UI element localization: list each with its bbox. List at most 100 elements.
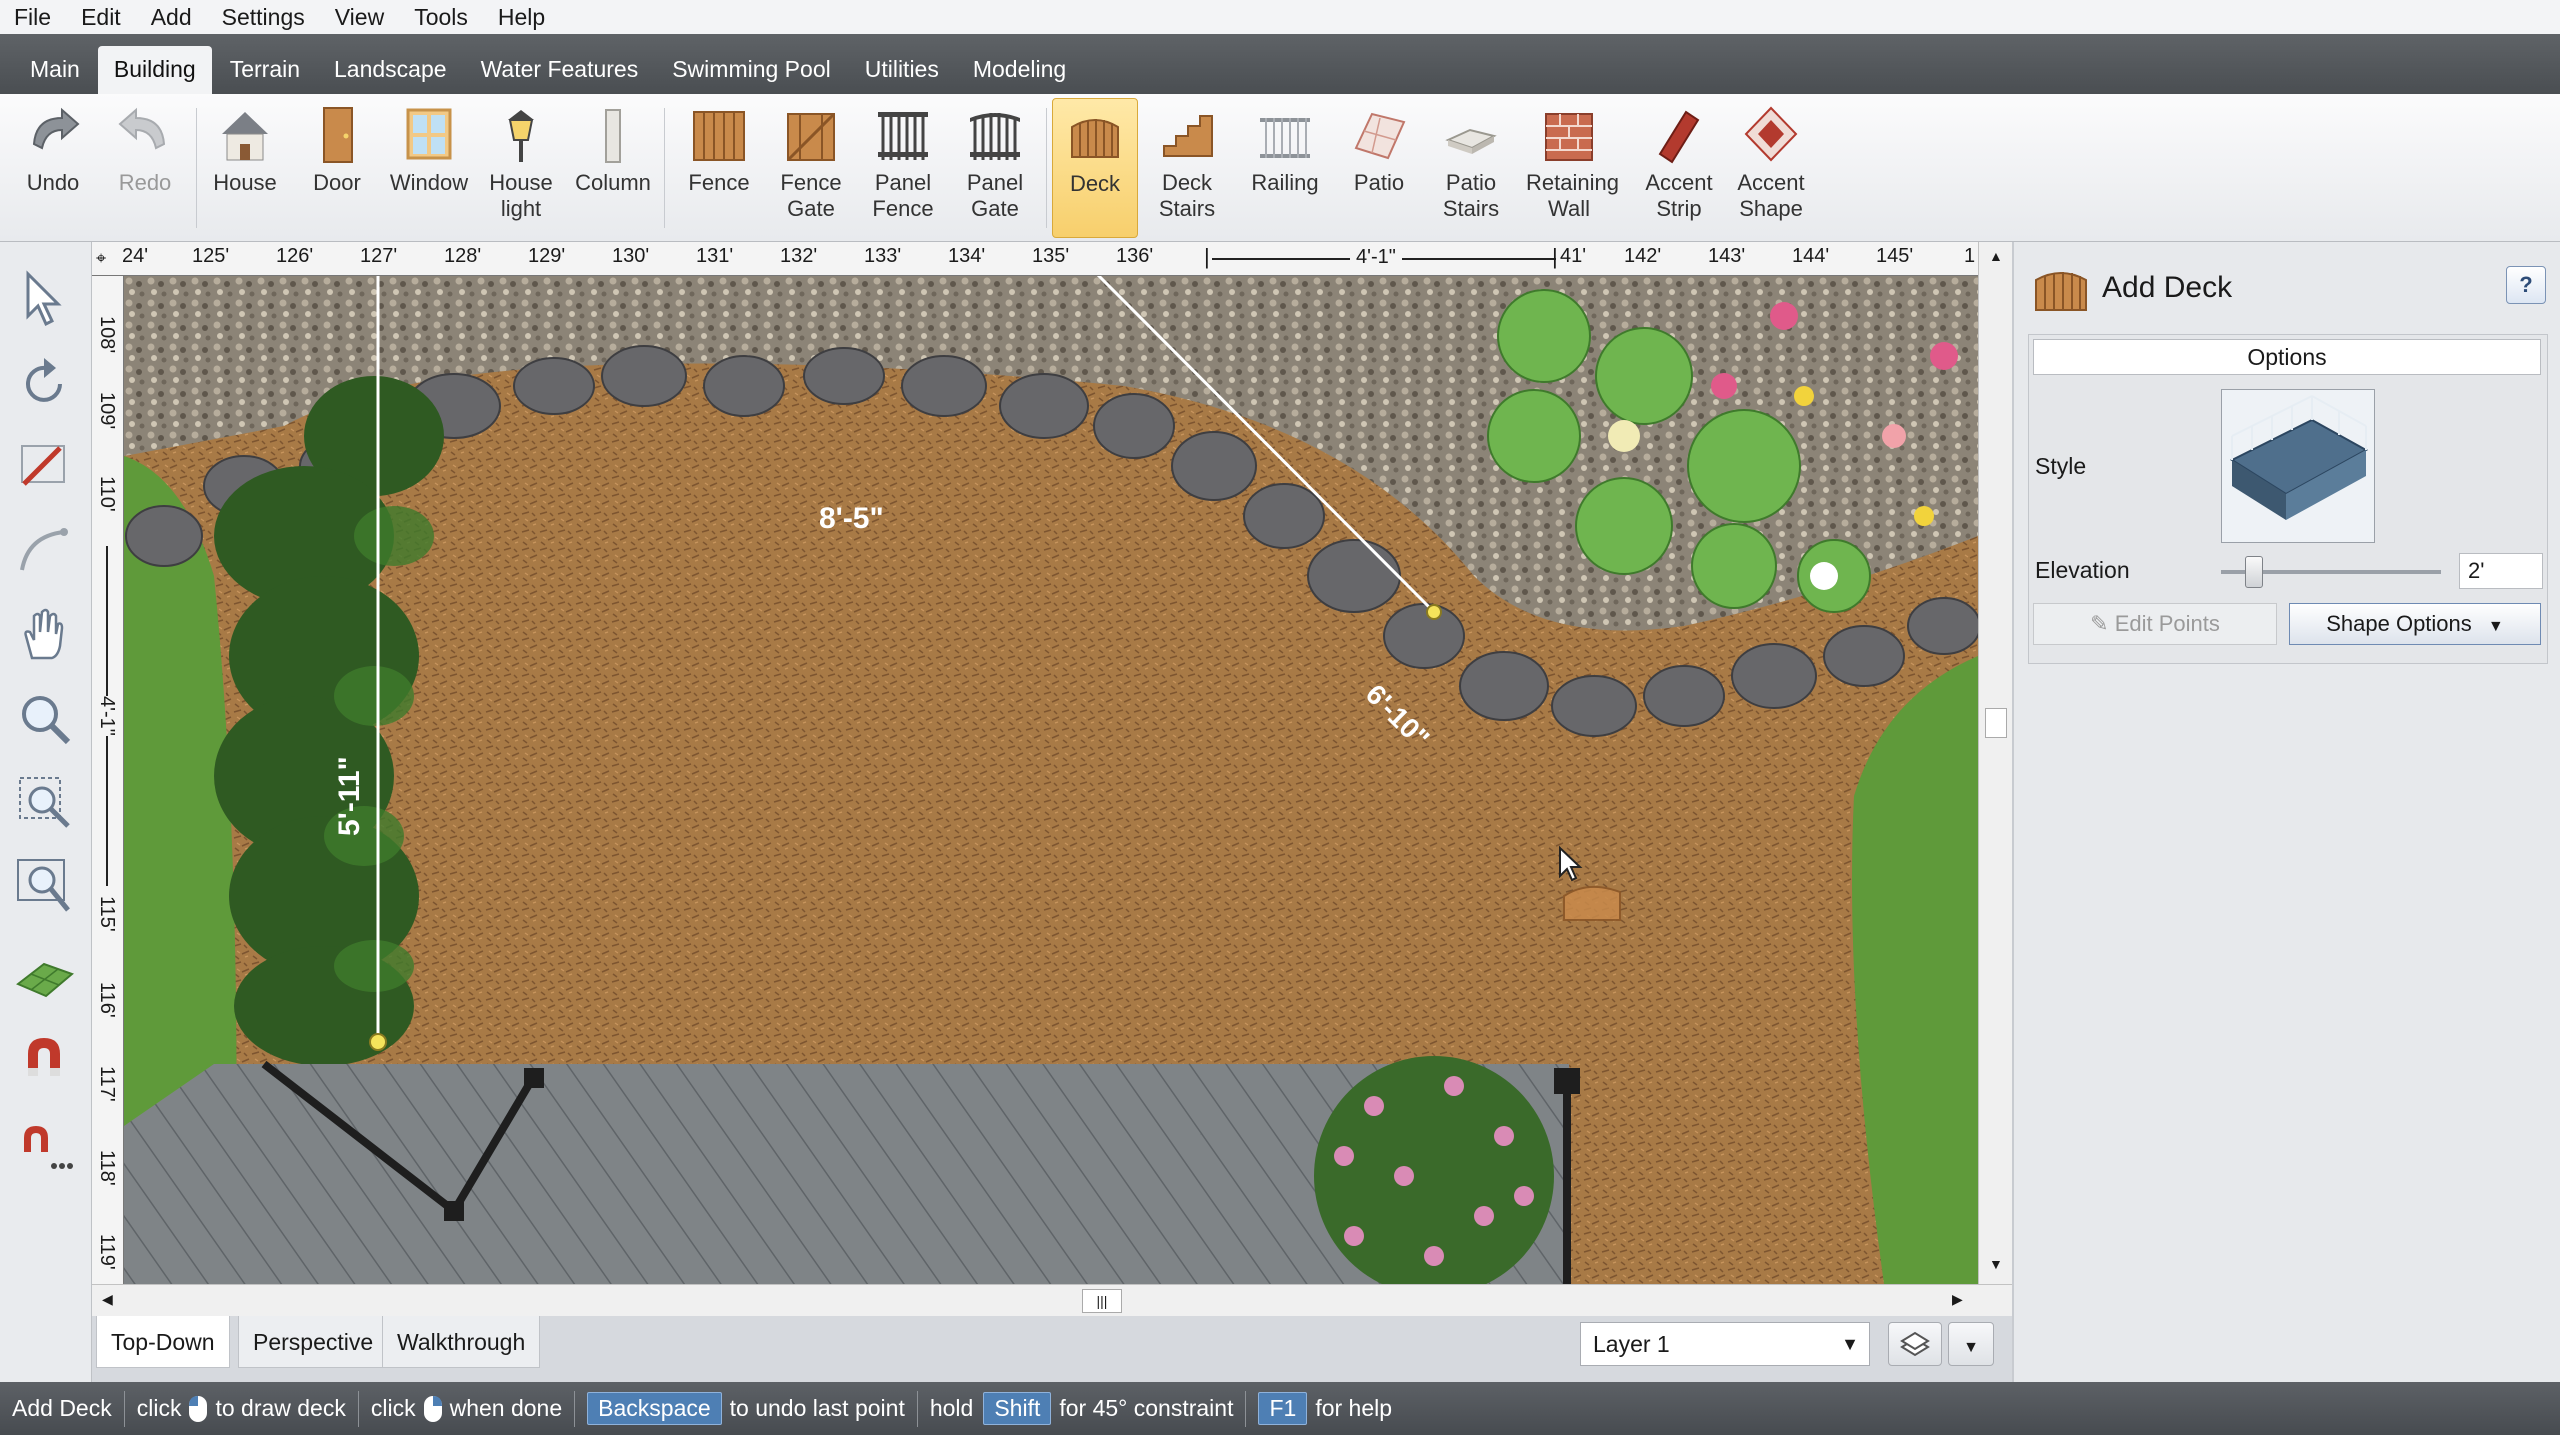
- railing-post: [444, 1201, 464, 1221]
- house-button[interactable]: House: [202, 98, 288, 238]
- options-header[interactable]: Options: [2033, 339, 2541, 375]
- tab-top-down[interactable]: Top-Down: [96, 1316, 230, 1368]
- status-separator: [574, 1390, 576, 1427]
- pan-hand-icon[interactable]: [14, 602, 76, 664]
- ruler-label: 136': [1116, 245, 1154, 267]
- measure-pencil-icon[interactable]: [14, 432, 76, 494]
- add-deck-panel: Add Deck ? Options Style Elevation 2' ✎ …: [2012, 242, 2560, 1382]
- curve-icon[interactable]: [14, 518, 76, 580]
- ruler-label: 133': [864, 245, 902, 267]
- fence-button[interactable]: Fence: [676, 98, 762, 238]
- ruler-label: 130': [612, 245, 650, 267]
- shape-options-label: Shape Options: [2326, 611, 2472, 636]
- tab-main[interactable]: Main: [14, 46, 96, 94]
- elevation-input[interactable]: 2': [2459, 553, 2543, 589]
- menu-add[interactable]: Add: [151, 4, 192, 31]
- snap-options-icon[interactable]: [14, 1116, 76, 1178]
- ruler-label: 108': [96, 316, 118, 354]
- ruler-label: 128': [444, 245, 482, 267]
- tab-perspective[interactable]: Perspective: [238, 1316, 389, 1368]
- help-button[interactable]: ?: [2506, 266, 2546, 304]
- status-text: for 45° constraint: [1059, 1395, 1234, 1421]
- select-arrow-icon[interactable]: [14, 268, 76, 330]
- patio-stairs-button[interactable]: Patio Stairs: [1428, 98, 1514, 238]
- menu-view[interactable]: View: [335, 4, 384, 31]
- yard-plan[interactable]: 8'-5" 6'-10" 5'-11": [124, 276, 1978, 1284]
- status-separator: [916, 1390, 918, 1427]
- vertical-scroll-thumb[interactable]: [1985, 708, 2007, 738]
- zoom-icon[interactable]: [14, 688, 76, 750]
- scroll-down-icon[interactable]: ▼: [1989, 1256, 2003, 1272]
- edit-points-button[interactable]: ✎ Edit Points: [2033, 603, 2277, 645]
- deck-button[interactable]: Deck: [1052, 98, 1138, 238]
- ruler-label: 119': [96, 1234, 118, 1270]
- accent-shape-button[interactable]: Accent Shape: [1728, 98, 1814, 238]
- layer-select[interactable]: Layer 1 ▼: [1580, 1322, 1870, 1366]
- horizontal-scroll-thumb[interactable]: |||: [1082, 1289, 1122, 1313]
- menu-help[interactable]: Help: [498, 4, 545, 31]
- ruler-label: 129': [528, 245, 566, 267]
- ruler-label: 134': [948, 245, 986, 267]
- shape-options-button[interactable]: Shape Options ▼: [2289, 603, 2541, 645]
- redo-button[interactable]: Redo: [102, 98, 188, 238]
- tab-terrain[interactable]: Terrain: [214, 46, 316, 94]
- vertical-scrollbar[interactable]: ▲ ▼: [1978, 242, 2012, 1284]
- tab-water-features[interactable]: Water Features: [465, 46, 655, 94]
- scroll-left-icon[interactable]: ◀: [102, 1291, 113, 1308]
- fence-gate-button[interactable]: Fence Gate: [768, 98, 854, 238]
- deck-point[interactable]: [1426, 604, 1442, 620]
- horizontal-scrollbar[interactable]: ◀ ||| ▶: [92, 1284, 2012, 1316]
- undo-button[interactable]: Undo: [10, 98, 96, 238]
- toolbar-separator: [1046, 108, 1047, 228]
- accent-strip-button[interactable]: Accent Strip: [1636, 98, 1722, 238]
- status-text: click: [136, 1395, 182, 1421]
- accent-shape-icon: [1744, 106, 1798, 162]
- zoom-area-icon[interactable]: [14, 772, 76, 834]
- deck-stairs-button[interactable]: Deck Stairs: [1144, 98, 1230, 238]
- window-button[interactable]: Window: [386, 98, 472, 238]
- tab-swimming-pool[interactable]: Swimming Pool: [656, 46, 847, 94]
- tab-utilities[interactable]: Utilities: [849, 46, 955, 94]
- menu-settings[interactable]: Settings: [222, 4, 305, 31]
- rotate-icon[interactable]: [14, 352, 76, 414]
- left-mouse-icon: [189, 1395, 208, 1422]
- layers-icon: [1900, 1331, 1930, 1357]
- retaining-wall-button[interactable]: Retaining Wall: [1526, 98, 1619, 238]
- chevron-down-icon: ▼: [1963, 1339, 1979, 1356]
- menu-tools[interactable]: Tools: [414, 4, 468, 31]
- chevron-down-icon: ▼: [1841, 1334, 1859, 1354]
- tab-walkthrough[interactable]: Walkthrough: [382, 1316, 541, 1368]
- style-thumbnail[interactable]: [2221, 389, 2375, 543]
- shift-key: Shift: [983, 1392, 1052, 1425]
- menu-edit[interactable]: Edit: [81, 4, 121, 31]
- door-button[interactable]: Door: [294, 98, 380, 238]
- design-canvas[interactable]: 8'-5" 6'-10" 5'-11": [124, 276, 1978, 1284]
- status-hint-help: F1 for help: [1258, 1392, 1392, 1425]
- elevation-slider-thumb[interactable]: [2245, 556, 2263, 588]
- layer-options-button[interactable]: ▼: [1948, 1322, 1994, 1366]
- panel-gate-button[interactable]: Panel Gate: [952, 98, 1038, 238]
- scroll-up-icon[interactable]: ▲: [1989, 248, 2003, 264]
- snap-magnet-icon[interactable]: [14, 1028, 76, 1090]
- panel-fence-button[interactable]: Panel Fence: [860, 98, 946, 238]
- column-button[interactable]: Column: [570, 98, 656, 238]
- tab-modeling[interactable]: Modeling: [957, 46, 1082, 94]
- house-light-button[interactable]: House light: [478, 98, 564, 238]
- deck-point[interactable]: [369, 1033, 387, 1051]
- menu-bar: File Edit Add Settings View Tools Help: [0, 0, 2560, 34]
- ruler-label: 131': [696, 245, 734, 267]
- menu-file[interactable]: File: [14, 4, 51, 31]
- tab-building[interactable]: Building: [97, 46, 212, 94]
- patio-button[interactable]: Patio: [1336, 98, 1422, 238]
- tab-landscape[interactable]: Landscape: [318, 46, 463, 94]
- status-hint-done: click when done: [371, 1394, 562, 1424]
- status-mode: Add Deck: [12, 1395, 112, 1421]
- ruler-label: 41': [1560, 245, 1587, 267]
- grid-icon[interactable]: [14, 944, 76, 1006]
- railing-button[interactable]: Railing: [1242, 98, 1328, 238]
- railing-post: [524, 1068, 544, 1088]
- scroll-right-icon[interactable]: ▶: [1952, 1291, 1963, 1308]
- status-hint-draw: click to draw deck: [137, 1394, 346, 1424]
- zoom-fit-icon[interactable]: [14, 856, 76, 918]
- layer-manager-button[interactable]: [1888, 1322, 1942, 1366]
